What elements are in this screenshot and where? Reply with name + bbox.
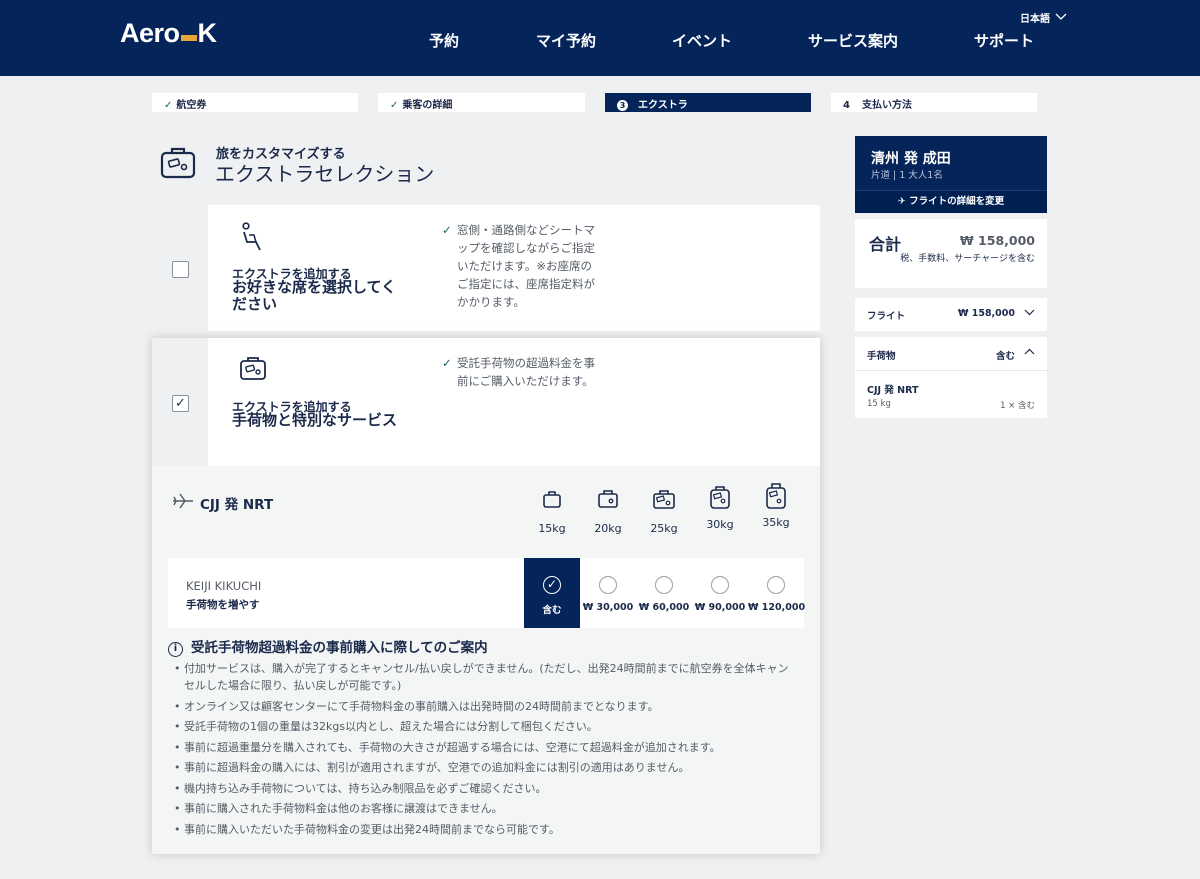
route-label: CJJ 発 NRT — [200, 497, 274, 513]
bag-30kg-icon — [710, 486, 730, 509]
price-option-30000[interactable]: ₩ 30,000 — [580, 558, 636, 628]
notice-title: i 受託手荷物超過料金の事前購入に際してのご案内 — [168, 636, 488, 657]
chevron-down-icon — [1024, 309, 1035, 316]
checked-radio-icon: ✓ — [543, 576, 561, 594]
check-icon: ✓ — [442, 356, 452, 370]
weight-20kg: 20kg — [588, 488, 628, 535]
step-payment: 4 支払い方法 — [831, 93, 1037, 112]
chevron-up-icon — [1024, 348, 1035, 355]
baggage-checkbox[interactable]: ✓ — [172, 395, 189, 412]
baggage-label: 手荷物 — [867, 351, 896, 362]
baggage-options-panel: CJJ 発 NRT 15kg 20kg 25kg 30kg 35kg KEIJI… — [152, 466, 820, 854]
price-option-120000[interactable]: ₩ 120,000 — [748, 558, 805, 628]
price-option-60000[interactable]: ₩ 60,000 — [636, 558, 692, 628]
list-item: 事前に購入いただいた手荷物料金の変更は出発24時間前までなら可能です。 — [174, 821, 804, 838]
bag-15kg-icon — [543, 491, 561, 508]
summary-baggage-section[interactable]: 手荷物 含む CJJ 発 NRT 15 kg 1 × 含む — [855, 337, 1047, 418]
list-item: 事前に超過料金の購入には、割引が適用されますが、空港での追加料金には割引の適用は… — [174, 759, 804, 776]
nav-service-guide[interactable]: サービス案内 — [808, 30, 898, 51]
total-note: 税、手数料、サーチャージを含む — [900, 254, 1035, 264]
baggage-heading: 手荷物と特別なサービス — [232, 411, 398, 429]
nav-my-reservation[interactable]: マイ予約 — [536, 30, 596, 51]
passenger-name: KEIJI KIKUCHI — [186, 579, 262, 593]
chevron-down-icon — [1056, 13, 1067, 20]
site-header: Aero K 日本語 予約 マイ予約 イベント サービス案内 サポート — [0, 0, 1200, 76]
seat-heading-line1: お好きな席を選択してく — [232, 278, 397, 296]
bag-35kg-icon — [766, 483, 786, 509]
flight-label: フライト — [867, 311, 906, 322]
baggage-icon — [160, 147, 196, 179]
baggage-weight: 15 kg — [867, 399, 891, 409]
total-label: 合計 — [869, 235, 902, 254]
add-baggage-label: 手荷物を増やす — [186, 599, 260, 611]
change-flight-button[interactable]: ✈ フライトの詳細を変更 — [855, 190, 1047, 213]
nav-support[interactable]: サポート — [974, 30, 1034, 51]
list-item: 受託手荷物の1個の重量は32kgs以内とし、超えた場合には分割して梱包ください。 — [174, 718, 804, 735]
list-item: 機内持ち込み手荷物については、持ち込み制限品を必ずご確認ください。 — [174, 780, 804, 797]
summary-flight-row[interactable]: フライト ₩ 158,000 — [855, 298, 1047, 331]
summary-route: 清州 発 成田 — [871, 151, 951, 167]
flight-value: ₩ 158,000 — [957, 308, 1015, 319]
radio-icon — [599, 576, 617, 594]
step-extras[interactable]: 3 エクストラ — [605, 93, 811, 112]
price-option-included[interactable]: ✓ 含む — [524, 558, 580, 628]
summary-header: 清州 発 成田 片道 | 1 大人1名 ✈ フライトの詳細を変更 — [855, 136, 1047, 213]
seat-heading-line2: ださい — [232, 295, 278, 313]
language-selector[interactable]: 日本語 — [1020, 10, 1067, 25]
baggage-card[interactable]: ✓ エクストラを追加する 手荷物と特別なサービス ✓ 受託手荷物の超過料金を事 … — [152, 338, 820, 854]
nav-reservation[interactable]: 予約 — [429, 30, 459, 51]
bag-25kg-icon — [653, 490, 675, 509]
list-item: 事前に超過重量分を購入されても、手荷物の大きさが超過する場合には、空港にて超過料… — [174, 739, 804, 756]
divider — [855, 370, 1047, 371]
price-option-90000[interactable]: ₩ 90,000 — [692, 558, 748, 628]
summary-total: 合計 ₩ 158,000 税、手数料、サーチャージを含む — [855, 219, 1047, 288]
step-ticket[interactable]: ✓ 航空券 — [152, 93, 358, 112]
step-number: 3 — [617, 100, 628, 111]
seat-description: ✓ 窓側・通路側などシートマ ップを確認しながらご指定 いただけます。※お座席の… — [442, 223, 595, 309]
summary-trip-info: 片道 | 1 大人1名 — [871, 170, 943, 181]
bag-20kg-icon — [598, 490, 618, 508]
nav-events[interactable]: イベント — [672, 30, 732, 51]
radio-icon — [767, 576, 785, 594]
step-number: 4 — [843, 100, 850, 111]
total-value: ₩ 158,000 — [959, 233, 1035, 248]
airplane-icon: ✈ — [897, 196, 906, 207]
baggage-quantity: 1 × 含む — [1000, 401, 1035, 411]
baggage-value: 含む — [995, 351, 1015, 362]
baggage-description: ✓ 受託手荷物の超過料金を事 前にご購入いただけます。 — [442, 356, 595, 388]
list-item: オンライン又は顧客センターにて手荷物料金の事前購入は出発時間の24時間前までとな… — [174, 698, 804, 715]
list-item: 付加サービスは、購入が完了するとキャンセル/払い戻しができません。(ただし、出発… — [174, 660, 804, 694]
check-icon: ✓ — [442, 223, 452, 237]
weight-30kg: 30kg — [700, 484, 740, 531]
airplane-icon — [173, 493, 193, 509]
passenger-baggage-row: KEIJI KIKUCHI 手荷物を増やす ✓ 含む ₩ 30,000 ₩ 60… — [168, 558, 805, 628]
aerok-logo[interactable]: Aero K — [120, 18, 217, 49]
check-icon: ✓ — [164, 100, 173, 111]
radio-icon — [711, 576, 729, 594]
page-title: エクストラセレクション — [215, 162, 435, 186]
seat-selection-card[interactable]: エクストラを追加する お好きな席を選択してく ださい ✓ 窓側・通路側などシート… — [152, 205, 820, 331]
weight-25kg: 25kg — [644, 488, 684, 535]
weight-35kg: 35kg — [756, 482, 796, 529]
baggage-route: CJJ 発 NRT — [867, 385, 919, 396]
info-icon: i — [168, 642, 183, 657]
radio-icon — [655, 576, 673, 594]
seat-checkbox[interactable] — [172, 261, 189, 278]
weight-15kg: 15kg — [532, 488, 572, 535]
notice-list: 付加サービスは、購入が完了するとキャンセル/払い戻しができません。(ただし、出発… — [174, 660, 804, 841]
baggage-icon — [240, 357, 266, 380]
check-icon: ✓ — [390, 100, 399, 111]
step-passenger-details[interactable]: ✓ 乗客の詳細 — [378, 93, 585, 112]
list-item: 事前に購入された手荷物料金は他のお客様に譲渡はできません。 — [174, 800, 804, 817]
seat-icon — [242, 222, 261, 251]
